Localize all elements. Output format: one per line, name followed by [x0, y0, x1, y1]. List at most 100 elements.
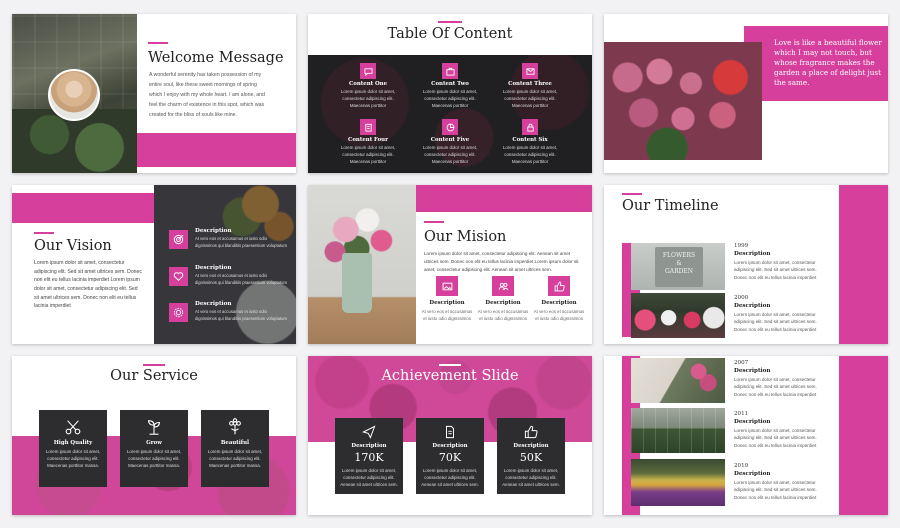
page-title: Our Mision: [424, 229, 507, 245]
entry-year: 2019: [734, 463, 749, 469]
entry-title: Description: [734, 303, 771, 309]
item-desc: At vero eos et accusamus et iusto odio d…: [195, 236, 287, 248]
page-title: Table Of Content: [387, 26, 513, 42]
content-title: Content Five: [430, 137, 470, 143]
accent-line: [439, 364, 461, 366]
achievement-card[interactable]: Description 170K Lorem ipsum dolor sit a…: [335, 418, 403, 494]
achievement-desc: Lorem ipsum dolor sit amet, consectetur …: [502, 468, 560, 487]
entry-year: 2000: [734, 295, 749, 301]
pink-side-panel: [839, 185, 888, 344]
entry-title: Description: [734, 251, 771, 257]
achievement-title: Description: [513, 443, 549, 449]
service-card[interactable]: Grow Lorem ipsum dolor sit amet, consect…: [120, 410, 188, 487]
accent-line: [438, 21, 462, 23]
document-icon: [443, 425, 457, 444]
content-title: Content Six: [512, 137, 548, 143]
accent-line: [424, 221, 444, 223]
slide-our-timeline[interactable]: Our Timeline FLOWERS & GARDEN 1999 Descrip…: [604, 185, 888, 344]
achievement-title: Description: [351, 443, 387, 449]
greenhouse-photo: [631, 408, 725, 453]
content-desc: Lorem ipsum dolor sit amet, consectetur …: [502, 145, 558, 164]
slide-our-service[interactable]: Our Service High Quality Lorem ipsum dol…: [12, 356, 296, 515]
heart-icon: [169, 267, 188, 286]
content-title: Content Four: [348, 137, 388, 143]
clipboard-icon: [360, 119, 376, 135]
sprout-icon: [145, 418, 163, 441]
achievement-card[interactable]: Description 50K Lorem ipsum dolor sit am…: [497, 418, 565, 494]
users-icon: [492, 276, 514, 296]
achievement-desc: Lorem ipsum dolor sit amet, consectetur …: [340, 468, 398, 487]
service-title: High Quality: [53, 440, 93, 446]
item-title: Description: [541, 300, 577, 306]
pie-icon: [442, 119, 458, 135]
slide-our-mision[interactable]: Our Mision Lorem ipsum dolor sit amet, c…: [308, 185, 592, 344]
item-title: Description: [195, 301, 232, 307]
body-text: A wonderful serenity has taken possessio…: [149, 72, 265, 118]
item-title: Description: [429, 300, 465, 306]
slide-welcome[interactable]: Welcome Message A wonderful serenity has…: [12, 14, 296, 173]
content-desc: Lorem ipsum dolor sit amet, consectetur …: [502, 89, 558, 108]
achievement-value: 170K: [354, 451, 384, 464]
scissors-icon: [64, 418, 82, 441]
item-desc: At vero eos et accusamus et iusto odio d…: [195, 309, 287, 321]
achievement-value: 70K: [438, 451, 462, 464]
entry-year: 2011: [734, 411, 749, 417]
item-title: Description: [485, 300, 521, 306]
service-desc: Lorem ipsum dolor sit amet, consectetur …: [45, 449, 101, 468]
service-card[interactable]: Beautiful Lorem ipsum dolor sit amet, co…: [201, 410, 269, 487]
item-desc: At vero eos et accusamus et iusto odio d…: [533, 309, 585, 321]
item-desc: At vero eos et accusamus et iusto odio d…: [195, 273, 287, 285]
chat-icon: [360, 63, 376, 79]
sign-text: FLOWERS & GARDEN: [662, 252, 696, 275]
lock-icon: [522, 119, 538, 135]
page-title: Welcome Message: [148, 50, 284, 66]
achievement-card[interactable]: Description 70K Lorem ipsum dolor sit am…: [416, 418, 484, 494]
pink-band: [414, 185, 592, 212]
service-card[interactable]: High Quality Lorem ipsum dolor sit amet,…: [39, 410, 107, 487]
flower-stall-photo: [631, 293, 725, 338]
accent-line: [622, 193, 642, 195]
gear-icon: [169, 303, 188, 322]
slide-achievement[interactable]: Achievement Slide Description 170K Lorem…: [308, 356, 592, 515]
pink-side-panel: [839, 356, 888, 515]
flower-icon: [226, 418, 244, 441]
content-title: Content Two: [431, 81, 469, 87]
slide-timeline-2[interactable]: 2007 Description Lorem ipsum dolor sit a…: [604, 356, 888, 515]
quote-text: Love is like a beautiful flower which I …: [774, 38, 882, 88]
service-desc: Lorem ipsum dolor sit amet, consectetur …: [126, 449, 182, 468]
page-title: Achievement Slide: [381, 368, 519, 384]
achievement-title: Description: [432, 443, 468, 449]
item-desc: At vero eos et accusamus et iusto odio d…: [421, 309, 473, 321]
roses-photo: [604, 42, 762, 160]
slide-our-vision[interactable]: Our Vision Lorem ipsum dolor sit amet, c…: [12, 185, 296, 344]
body-text: Lorem ipsum dolor sit amet, consectetur …: [424, 251, 579, 272]
bouquet-photo: [308, 185, 416, 344]
content-desc: Lorem ipsum dolor sit amet, consectetur …: [422, 89, 478, 108]
content-desc: Lorem ipsum dolor sit amet, consectetur …: [422, 145, 478, 164]
body-text: Lorem ipsum dolor sit amet, consectetur …: [34, 260, 142, 310]
flower-shop-sign-photo: FLOWERS & GARDEN: [631, 243, 725, 290]
book-flowers-photo: [631, 358, 725, 403]
pink-band: [12, 193, 154, 223]
slide-quote[interactable]: Love is like a beautiful flower which I …: [604, 14, 888, 173]
content-title: Content One: [348, 81, 388, 87]
pink-band: [137, 133, 296, 167]
entry-desc: Lorem ipsum dolor sit amet, consectetur …: [734, 377, 817, 397]
service-title: Grow: [146, 440, 162, 446]
slide-table-of-content[interactable]: Table Of Content Content One Lorem ipsum…: [308, 14, 592, 173]
content-desc: Lorem ipsum dolor sit amet, consectetur …: [340, 89, 396, 108]
email-icon: [522, 63, 538, 79]
briefcase-icon: [442, 63, 458, 79]
service-desc: Lorem ipsum dolor sit amet, consectetur …: [207, 449, 263, 468]
entry-title: Description: [734, 419, 771, 425]
page-title: Our Service: [110, 368, 198, 384]
item-title: Description: [195, 228, 232, 234]
entry-title: Description: [734, 368, 771, 374]
entry-year: 2007: [734, 360, 749, 366]
page-title: Our Vision: [34, 238, 112, 254]
content-title: Content Three: [508, 81, 552, 87]
page-title: Our Timeline: [622, 198, 719, 214]
item-title: Description: [195, 265, 232, 271]
entry-desc: Lorem ipsum dolor sit amet, consectetur …: [734, 428, 817, 448]
content-desc: Lorem ipsum dolor sit amet, consectetur …: [340, 145, 396, 164]
